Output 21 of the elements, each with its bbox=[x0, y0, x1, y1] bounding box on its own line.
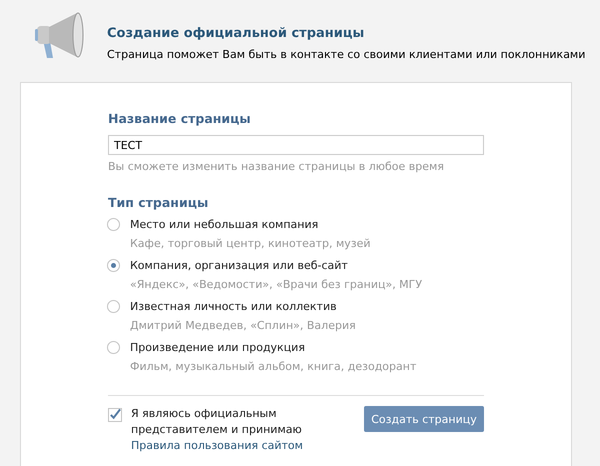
agreement-text: Я являюсь официальным представителем и принимаю Правила пользования сайтом bbox=[131, 406, 304, 454]
hint-text: Вы сможете изменить название страницы в любое время bbox=[108, 160, 445, 173]
option-description: Кафе, торговый центр, кинотеатр, музей bbox=[130, 237, 372, 250]
radio-button[interactable] bbox=[107, 341, 120, 354]
option-description: «Яндекс», «Ведомости», «Врачи без границ», МГУ bbox=[130, 278, 424, 291]
checkbox[interactable] bbox=[108, 408, 122, 422]
option-label[interactable]: Место или небольшая компания bbox=[130, 218, 571, 231]
terms-link[interactable]: Правила пользования сайтом bbox=[131, 439, 303, 452]
page-name-field[interactable]: ТЕСТ bbox=[108, 135, 484, 155]
option-description: Фильм, музыкальный альбом, книга, дезодорант bbox=[130, 360, 418, 373]
radio-button[interactable] bbox=[107, 218, 120, 231]
section-heading: Тип страницы bbox=[108, 195, 210, 210]
section-heading: Название страницы bbox=[108, 111, 252, 126]
radio-button[interactable] bbox=[107, 300, 120, 313]
option-label[interactable]: Произведение или продукция bbox=[130, 341, 571, 354]
page-subtitle: Страница поможет Вам быть в контакте со своими клиентами или поклонниками bbox=[107, 48, 586, 61]
page-title: Создание официальной страницы bbox=[107, 26, 366, 41]
option-label[interactable]: Компания, организация или веб-сайт bbox=[130, 259, 571, 272]
radio-button[interactable] bbox=[107, 259, 120, 272]
option-description: Дмитрий Медведев, «Сплин», Валерия bbox=[130, 319, 357, 332]
option-label[interactable]: Известная личность или коллектив bbox=[130, 300, 571, 313]
